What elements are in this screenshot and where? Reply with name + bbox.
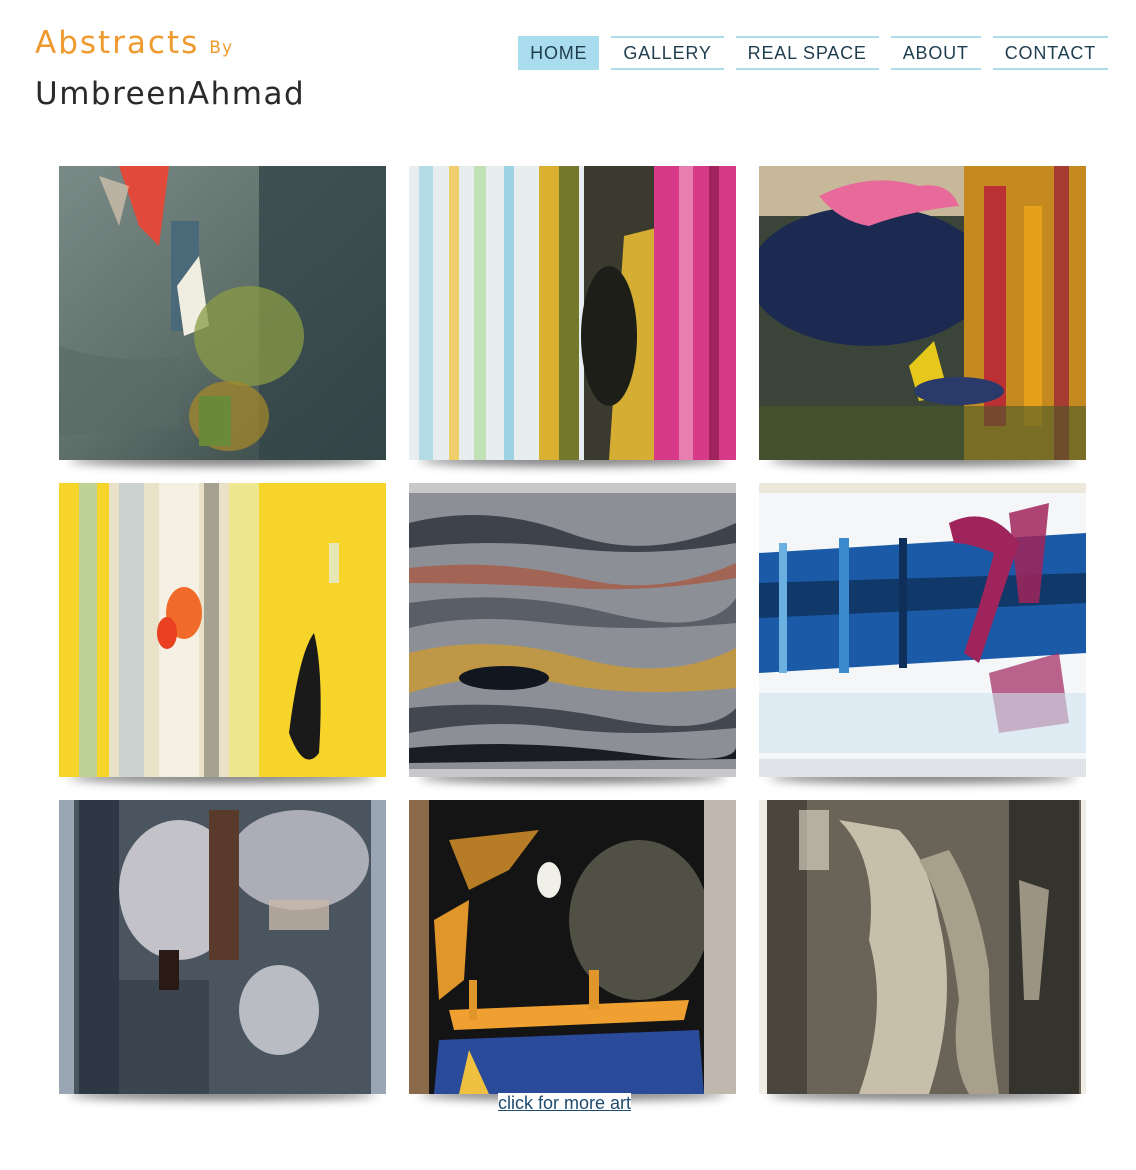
painting-image-5 <box>409 483 736 777</box>
nav-gallery[interactable]: GALLERY <box>611 36 724 70</box>
painting-image-6 <box>759 483 1086 777</box>
painting-image-1 <box>59 166 386 460</box>
painting-tile-8[interactable] <box>409 800 736 1094</box>
painting-tile-3[interactable] <box>759 166 1086 460</box>
logo-title-row: Abstracts By <box>35 28 305 59</box>
nav-real-space[interactable]: REAL SPACE <box>735 36 879 70</box>
painting-tile-6[interactable] <box>759 483 1086 777</box>
painting-tile-5[interactable] <box>409 483 736 777</box>
nav-about[interactable]: ABOUT <box>890 36 981 70</box>
painting-tile-9[interactable] <box>759 800 1086 1094</box>
painting-gallery <box>59 166 1086 1094</box>
painting-tile-4[interactable] <box>59 483 386 777</box>
painting-image-9 <box>759 800 1086 1094</box>
artist-name: UmbreenAhmad <box>35 76 306 112</box>
site-logo[interactable]: Abstracts By UmbreenAhmad <box>35 28 305 110</box>
nav-contact[interactable]: CONTACT <box>992 36 1108 70</box>
main-nav: HOME GALLERY REAL SPACE ABOUT CONTACT <box>506 36 1108 70</box>
painting-image-2 <box>409 166 736 460</box>
painting-image-4 <box>59 483 386 777</box>
painting-image-8 <box>409 800 736 1094</box>
more-art-link[interactable]: click for more art <box>498 1093 632 1116</box>
painting-tile-7[interactable] <box>59 800 386 1094</box>
logo-title: Abstracts <box>35 25 200 61</box>
painting-image-7 <box>59 800 386 1094</box>
painting-image-3 <box>759 166 1086 460</box>
nav-home[interactable]: HOME <box>518 36 600 70</box>
painting-tile-2[interactable] <box>409 166 736 460</box>
painting-tile-1[interactable] <box>59 166 386 460</box>
logo-by: By <box>209 38 234 58</box>
